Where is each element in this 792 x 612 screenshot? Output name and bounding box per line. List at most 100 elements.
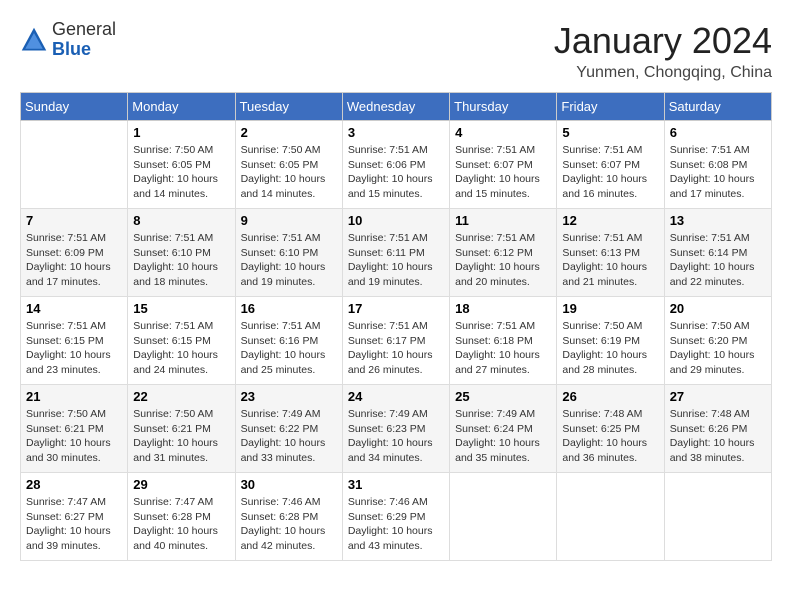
- day-info: Sunrise: 7:51 AM Sunset: 6:12 PM Dayligh…: [455, 231, 551, 290]
- calendar-cell: 1 Sunrise: 7:50 AM Sunset: 6:05 PM Daylig…: [128, 121, 235, 209]
- calendar-cell: 4 Sunrise: 7:51 AM Sunset: 6:07 PM Daylig…: [450, 121, 557, 209]
- week-row-3: 14 Sunrise: 7:51 AM Sunset: 6:15 PM Dayli…: [21, 297, 772, 385]
- day-info: Sunrise: 7:49 AM Sunset: 6:23 PM Dayligh…: [348, 407, 444, 466]
- calendar-cell: 5 Sunrise: 7:51 AM Sunset: 6:07 PM Daylig…: [557, 121, 664, 209]
- day-info: Sunrise: 7:51 AM Sunset: 6:07 PM Dayligh…: [455, 143, 551, 202]
- calendar-cell: 6 Sunrise: 7:51 AM Sunset: 6:08 PM Daylig…: [664, 121, 771, 209]
- calendar-header-sunday: Sunday: [21, 93, 128, 121]
- week-row-1: 1 Sunrise: 7:50 AM Sunset: 6:05 PM Daylig…: [21, 121, 772, 209]
- calendar-cell: [450, 473, 557, 561]
- day-number: 2: [241, 125, 337, 140]
- day-info: Sunrise: 7:51 AM Sunset: 6:16 PM Dayligh…: [241, 319, 337, 378]
- calendar-cell: [664, 473, 771, 561]
- day-info: Sunrise: 7:50 AM Sunset: 6:05 PM Dayligh…: [133, 143, 229, 202]
- day-info: Sunrise: 7:51 AM Sunset: 6:15 PM Dayligh…: [133, 319, 229, 378]
- day-number: 9: [241, 213, 337, 228]
- calendar-cell: 13Sunrise: 7:51 AM Sunset: 6:14 PM Dayli…: [664, 209, 771, 297]
- day-number: 23: [241, 389, 337, 404]
- calendar-cell: 11 Sunrise: 7:51 AM Sunset: 6:12 PM Dayli…: [450, 209, 557, 297]
- day-info: Sunrise: 7:50 AM Sunset: 6:21 PM Dayligh…: [133, 407, 229, 466]
- location: Yunmen, Chongqing, China: [554, 64, 772, 82]
- day-number: 24: [348, 389, 444, 404]
- day-number: 12: [562, 213, 658, 228]
- calendar-cell: 10 Sunrise: 7:51 AM Sunset: 6:11 PM Dayli…: [342, 209, 449, 297]
- calendar-cell: 26 Sunrise: 7:48 AM Sunset: 6:25 PM Dayli…: [557, 385, 664, 473]
- calendar-cell: 18 Sunrise: 7:51 AM Sunset: 6:18 PM Dayli…: [450, 297, 557, 385]
- day-info: Sunrise: 7:47 AM Sunset: 6:27 PM Dayligh…: [26, 495, 122, 554]
- calendar-cell: 30Sunrise: 7:46 AM Sunset: 6:28 PM Dayli…: [235, 473, 342, 561]
- day-info: Sunrise: 7:49 AM Sunset: 6:22 PM Dayligh…: [241, 407, 337, 466]
- calendar-cell: 24 Sunrise: 7:49 AM Sunset: 6:23 PM Dayli…: [342, 385, 449, 473]
- calendar-cell: 17Sunrise: 7:51 AM Sunset: 6:17 PM Dayli…: [342, 297, 449, 385]
- day-number: 3: [348, 125, 444, 140]
- calendar-cell: 23 Sunrise: 7:49 AM Sunset: 6:22 PM Dayli…: [235, 385, 342, 473]
- day-number: 4: [455, 125, 551, 140]
- day-number: 8: [133, 213, 229, 228]
- calendar-header-thursday: Thursday: [450, 93, 557, 121]
- day-info: Sunrise: 7:48 AM Sunset: 6:25 PM Dayligh…: [562, 407, 658, 466]
- calendar-cell: 22Sunrise: 7:50 AM Sunset: 6:21 PM Dayli…: [128, 385, 235, 473]
- day-info: Sunrise: 7:49 AM Sunset: 6:24 PM Dayligh…: [455, 407, 551, 466]
- calendar-header-wednesday: Wednesday: [342, 93, 449, 121]
- day-info: Sunrise: 7:51 AM Sunset: 6:15 PM Dayligh…: [26, 319, 122, 378]
- day-number: 14: [26, 301, 122, 316]
- calendar-header-tuesday: Tuesday: [235, 93, 342, 121]
- day-number: 6: [670, 125, 766, 140]
- day-info: Sunrise: 7:51 AM Sunset: 6:13 PM Dayligh…: [562, 231, 658, 290]
- day-info: Sunrise: 7:50 AM Sunset: 6:21 PM Dayligh…: [26, 407, 122, 466]
- day-number: 26: [562, 389, 658, 404]
- day-info: Sunrise: 7:51 AM Sunset: 6:08 PM Dayligh…: [670, 143, 766, 202]
- calendar-cell: 28Sunrise: 7:47 AM Sunset: 6:27 PM Dayli…: [21, 473, 128, 561]
- calendar-cell: 2 Sunrise: 7:50 AM Sunset: 6:05 PM Daylig…: [235, 121, 342, 209]
- day-number: 17: [348, 301, 444, 316]
- header: General Blue January 2024 Yunmen, Chongq…: [20, 20, 772, 82]
- day-number: 19: [562, 301, 658, 316]
- calendar-cell: 9 Sunrise: 7:51 AM Sunset: 6:10 PM Daylig…: [235, 209, 342, 297]
- calendar-header-monday: Monday: [128, 93, 235, 121]
- week-row-4: 21 Sunrise: 7:50 AM Sunset: 6:21 PM Dayli…: [21, 385, 772, 473]
- title-section: January 2024 Yunmen, Chongqing, China: [554, 20, 772, 82]
- day-number: 11: [455, 213, 551, 228]
- day-number: 15: [133, 301, 229, 316]
- calendar-header-row: SundayMondayTuesdayWednesdayThursdayFrid…: [21, 93, 772, 121]
- logo-general: General: [52, 19, 116, 39]
- day-number: 27: [670, 389, 766, 404]
- calendar-cell: 29Sunrise: 7:47 AM Sunset: 6:28 PM Dayli…: [128, 473, 235, 561]
- day-info: Sunrise: 7:50 AM Sunset: 6:20 PM Dayligh…: [670, 319, 766, 378]
- calendar-header-friday: Friday: [557, 93, 664, 121]
- logo: General Blue: [20, 20, 116, 60]
- day-info: Sunrise: 7:51 AM Sunset: 6:09 PM Dayligh…: [26, 231, 122, 290]
- day-number: 18: [455, 301, 551, 316]
- calendar-cell: 16 Sunrise: 7:51 AM Sunset: 6:16 PM Dayli…: [235, 297, 342, 385]
- day-info: Sunrise: 7:51 AM Sunset: 6:18 PM Dayligh…: [455, 319, 551, 378]
- day-info: Sunrise: 7:48 AM Sunset: 6:26 PM Dayligh…: [670, 407, 766, 466]
- day-info: Sunrise: 7:51 AM Sunset: 6:10 PM Dayligh…: [133, 231, 229, 290]
- calendar: SundayMondayTuesdayWednesdayThursdayFrid…: [20, 92, 772, 561]
- day-number: 20: [670, 301, 766, 316]
- calendar-cell: 12 Sunrise: 7:51 AM Sunset: 6:13 PM Dayli…: [557, 209, 664, 297]
- day-info: Sunrise: 7:51 AM Sunset: 6:11 PM Dayligh…: [348, 231, 444, 290]
- calendar-header-saturday: Saturday: [664, 93, 771, 121]
- calendar-cell: 14 Sunrise: 7:51 AM Sunset: 6:15 PM Dayli…: [21, 297, 128, 385]
- calendar-cell: 31Sunrise: 7:46 AM Sunset: 6:29 PM Dayli…: [342, 473, 449, 561]
- day-number: 25: [455, 389, 551, 404]
- day-number: 10: [348, 213, 444, 228]
- calendar-cell: 25 Sunrise: 7:49 AM Sunset: 6:24 PM Dayli…: [450, 385, 557, 473]
- calendar-cell: 27 Sunrise: 7:48 AM Sunset: 6:26 PM Dayli…: [664, 385, 771, 473]
- day-info: Sunrise: 7:51 AM Sunset: 6:10 PM Dayligh…: [241, 231, 337, 290]
- day-info: Sunrise: 7:50 AM Sunset: 6:05 PM Dayligh…: [241, 143, 337, 202]
- day-info: Sunrise: 7:51 AM Sunset: 6:07 PM Dayligh…: [562, 143, 658, 202]
- day-number: 29: [133, 477, 229, 492]
- day-info: Sunrise: 7:51 AM Sunset: 6:06 PM Dayligh…: [348, 143, 444, 202]
- day-info: Sunrise: 7:46 AM Sunset: 6:28 PM Dayligh…: [241, 495, 337, 554]
- logo-blue: Blue: [52, 39, 91, 59]
- day-number: 21: [26, 389, 122, 404]
- calendar-cell: 21 Sunrise: 7:50 AM Sunset: 6:21 PM Dayli…: [21, 385, 128, 473]
- calendar-cell: 19Sunrise: 7:50 AM Sunset: 6:19 PM Dayli…: [557, 297, 664, 385]
- calendar-cell: 8 Sunrise: 7:51 AM Sunset: 6:10 PM Daylig…: [128, 209, 235, 297]
- calendar-cell: 3 Sunrise: 7:51 AM Sunset: 6:06 PM Daylig…: [342, 121, 449, 209]
- day-number: 5: [562, 125, 658, 140]
- calendar-cell: 7Sunrise: 7:51 AM Sunset: 6:09 PM Daylig…: [21, 209, 128, 297]
- day-number: 1: [133, 125, 229, 140]
- day-number: 16: [241, 301, 337, 316]
